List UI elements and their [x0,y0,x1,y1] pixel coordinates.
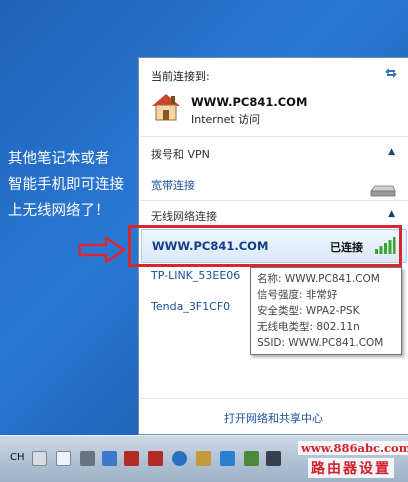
network-sharing-center-link[interactable]: 打开网络和共享中心 [139,410,408,426]
app-tray-icon[interactable] [196,451,211,466]
dialup-vpn-header[interactable]: 拨号和 VPN [151,146,210,162]
tooltip-line: 信号强度: 非常好 [257,289,338,301]
refresh-icon[interactable] [383,66,399,80]
current-connection-label: 当前连接到: [151,70,210,83]
tooltip-line: 无线电类型: 802.11n [257,321,360,333]
highlight-box [128,225,402,267]
k-app-icon[interactable] [172,451,187,466]
tooltip-line: 安全类型: WPA2-PSK [257,305,360,317]
chevron-up-icon[interactable]: ▲ [388,209,395,219]
app-tray-icon[interactable] [244,451,259,466]
app-tray-icon[interactable] [102,451,117,466]
network-house-icon [152,94,180,121]
display-icon[interactable] [266,451,281,466]
annotation-line: 智能手机即可连接 [8,177,124,193]
current-network-name: WWW.PC841.COM [191,95,308,109]
network-info-tooltip: 名称: WWW.PC841.COM 信号强度: 非常好 安全类型: WPA2-P… [250,267,402,355]
current-network-status: Internet 访问 [191,113,261,126]
keyboard-icon[interactable] [32,451,47,466]
right-arrow-icon [78,236,126,264]
divider [140,136,408,137]
usb-icon[interactable] [80,451,95,466]
modem-icon [370,185,396,197]
language-indicator[interactable]: CH [10,452,25,463]
record-icon[interactable] [148,451,163,466]
annotation-line: 上无线网络了！ [8,203,110,219]
chevron-up-icon[interactable]: ▲ [388,147,395,157]
tooltip-line: SSID: WWW.PC841.COM [257,337,384,349]
network-item-tp-link[interactable]: TP-LINK_53EE06 [151,269,240,282]
divider [140,398,408,399]
broadband-connection-link[interactable]: 宽带连接 [151,177,195,193]
watermark-url: www.886abc.com [298,441,408,455]
network-item-tenda[interactable]: Tenda_3F1CF0 [151,300,230,313]
annotation-line: 其他笔记本或者 [8,151,110,167]
divider [140,200,408,201]
tooltip-line: 名称: WWW.PC841.COM [257,273,380,285]
wireless-connection-header[interactable]: 无线网络连接 [151,208,217,224]
input-settings-icon[interactable] [56,451,71,466]
desktop-annotation: 其他笔记本或者 智能手机即可连接 上无线网络了！ [8,146,138,224]
shield-icon[interactable] [220,451,235,466]
record-icon[interactable] [124,451,139,466]
watermark-text: 路由器设置 [308,458,394,478]
